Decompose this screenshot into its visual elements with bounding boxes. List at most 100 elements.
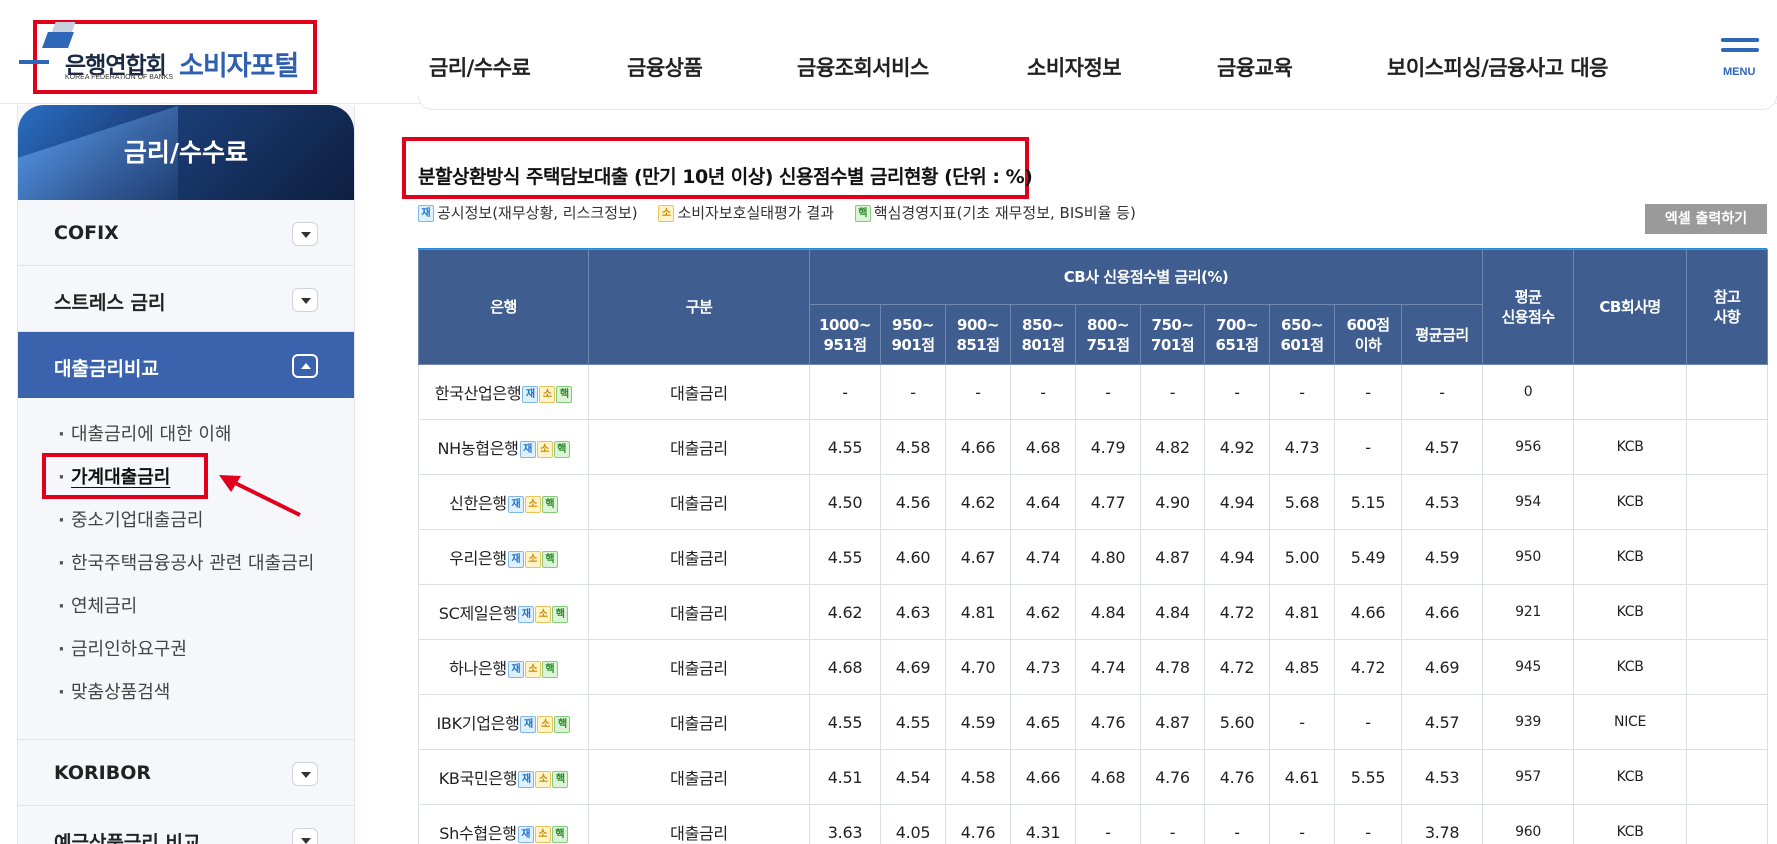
disclosure-badge[interactable]: 재 <box>517 826 534 843</box>
key-indicator-badge[interactable]: 핵 <box>552 771 569 788</box>
chevron-down-icon[interactable] <box>292 222 318 246</box>
nav-financial-education[interactable]: 금융교육 <box>1217 52 1293 82</box>
sidebar-item-loan-rate-compare[interactable]: 대출금리비교 <box>18 332 354 398</box>
bank-name[interactable]: IBK기업은행 <box>437 714 520 733</box>
bank-cell: KB국민은행 재 소 핵 <box>418 749 589 805</box>
nav-inquiry-services[interactable]: 금융조회서비스 <box>797 52 929 82</box>
disclosure-badge[interactable]: 재 <box>520 716 537 733</box>
red-arrow-icon <box>219 475 301 517</box>
disclosure-badge[interactable]: 재 <box>518 771 535 788</box>
rate-cell: 4.76 <box>1140 749 1205 805</box>
consumer-protection-badge[interactable]: 소 <box>539 386 556 403</box>
sidebar-item-cofix[interactable]: COFIX <box>18 200 354 266</box>
rate-cell: - <box>880 364 946 420</box>
consumer-protection-badge[interactable]: 소 <box>524 496 541 513</box>
avg-score-cell: 956 <box>1482 419 1575 475</box>
col-header-cb-group: CB사 신용점수별 금리(%) <box>808 249 1484 305</box>
disclosure-badge[interactable]: 재 <box>518 606 535 623</box>
rate-cell: 4.53 <box>1400 749 1484 805</box>
rate-cell: - <box>1075 804 1141 844</box>
rate-cell: - <box>809 364 881 420</box>
note-cell <box>1686 419 1769 475</box>
col-header-bank: 은행 <box>418 249 589 365</box>
avg-score-cell: 960 <box>1482 804 1575 844</box>
chevron-down-icon[interactable] <box>292 288 318 312</box>
rate-cell: 4.84 <box>1140 584 1205 640</box>
bank-name[interactable]: 한국산업은행 <box>435 384 522 403</box>
cb-company-cell: NICE <box>1573 694 1688 750</box>
nav-voice-phishing[interactable]: 보이스피싱/금융사고 대응 <box>1387 52 1609 82</box>
nav-consumer-info[interactable]: 소비자정보 <box>1027 52 1122 82</box>
submenu-item-rate-cut-request[interactable]: 금리인하요구권 <box>18 635 354 678</box>
bank-name[interactable]: NH농협은행 <box>437 439 518 458</box>
bank-name[interactable]: SC제일은행 <box>439 604 518 623</box>
table-row: SC제일은행 재 소 핵 대출금리 4.62 4.63 4.81 4.62 4.84 4.84 4.7… <box>418 584 1769 640</box>
table-row: IBK기업은행 재 소 핵 대출금리 4.55 4.55 4.59 4.65 4.76 4.87 5.… <box>418 694 1769 750</box>
table-row: 우리은행 재 소 핵 대출금리 4.55 4.60 4.67 4.74 4.80 4.87 4.94 5… <box>418 529 1769 585</box>
disclosure-badge[interactable]: 재 <box>507 551 524 568</box>
chevron-up-icon[interactable] <box>292 354 318 378</box>
submenu-item-hf-loan[interactable]: 한국주택금융공사 관련 대출금리 <box>18 549 354 592</box>
note-cell <box>1686 584 1769 640</box>
disclosure-badge[interactable]: 재 <box>507 661 524 678</box>
menu-button[interactable]: MENU <box>1721 38 1763 80</box>
key-indicator-badge[interactable]: 핵 <box>552 606 569 623</box>
disclosure-badge[interactable]: 재 <box>522 386 539 403</box>
rate-cell: - <box>1204 364 1270 420</box>
rate-cell: 4.57 <box>1400 419 1484 475</box>
consumer-protection-badge[interactable]: 소 <box>535 606 552 623</box>
bank-name[interactable]: 우리은행 <box>449 549 507 568</box>
note-cell <box>1686 364 1769 420</box>
key-indicator-badge[interactable]: 핵 <box>553 441 570 458</box>
submenu-item-overdue-rate[interactable]: 연체금리 <box>18 592 354 635</box>
sidebar-header: 금리/수수료 <box>18 105 354 200</box>
rate-cell: - <box>1140 364 1205 420</box>
sidebar-item-label: 대출금리비교 <box>54 358 159 380</box>
key-indicator-badge[interactable]: 핵 <box>541 661 558 678</box>
rate-cell: 4.81 <box>945 584 1011 640</box>
consumer-protection-badge[interactable]: 소 <box>524 661 541 678</box>
key-indicator-badge[interactable]: 핵 <box>551 826 568 843</box>
chevron-down-icon[interactable] <box>292 762 318 786</box>
disclosure-badge[interactable]: 재 <box>507 496 524 513</box>
consumer-protection-badge[interactable]: 소 <box>535 771 552 788</box>
submenu-item-custom-search[interactable]: 맞춤상품검색 <box>18 678 354 721</box>
nav-rates-fees[interactable]: 금리/수수료 <box>429 52 531 82</box>
logo-highlight-box[interactable]: 은행연합회 KOREA FEDERATION OF BANKS 소비자포털 <box>19 20 317 94</box>
key-indicator-badge[interactable]: 핵 <box>556 386 573 403</box>
col-header-score-range: 1000~ 951점 <box>809 304 881 365</box>
rate-cell: 4.66 <box>1400 584 1484 640</box>
sidebar-item-koribor[interactable]: KORIBOR <box>18 740 354 806</box>
rate-cell: 4.76 <box>945 804 1011 844</box>
key-indicator-badge[interactable]: 핵 <box>541 551 558 568</box>
rate-cell: - <box>1334 419 1402 475</box>
key-indicator-badge[interactable]: 핵 <box>541 496 558 513</box>
bank-name[interactable]: Sh수협은행 <box>439 824 517 843</box>
excel-export-button[interactable]: 엑셀 출력하기 <box>1645 204 1767 234</box>
disclosure-badge[interactable]: 재 <box>519 441 536 458</box>
col-header-score-range: 600점 이하 <box>1334 304 1402 365</box>
chevron-down-icon[interactable] <box>292 828 318 844</box>
rate-cell: 4.80 <box>1075 529 1141 585</box>
rate-cell: - <box>1334 364 1402 420</box>
note-cell <box>1686 804 1769 844</box>
rate-cell: 5.55 <box>1334 749 1402 805</box>
consumer-protection-badge[interactable]: 소 <box>534 826 551 843</box>
bank-name[interactable]: 신한은행 <box>449 494 507 513</box>
rate-cell: 4.66 <box>1334 584 1402 640</box>
rate-cell: 4.31 <box>1010 804 1076 844</box>
nav-financial-products[interactable]: 금융상품 <box>627 52 703 82</box>
rate-cell: 4.05 <box>880 804 946 844</box>
consumer-protection-badge[interactable]: 소 <box>537 716 554 733</box>
consumer-protection-badge[interactable]: 소 <box>524 551 541 568</box>
bank-name[interactable]: KB국민은행 <box>439 769 518 788</box>
consumer-protection-badge[interactable]: 소 <box>536 441 553 458</box>
key-indicator-badge[interactable]: 핵 <box>554 716 571 733</box>
sidebar-item-stress-rate[interactable]: 스트레스 금리 <box>18 266 354 332</box>
note-cell <box>1686 749 1769 805</box>
rate-cell: 4.72 <box>1204 584 1270 640</box>
bank-name[interactable]: 하나은행 <box>449 659 507 678</box>
rate-cell: - <box>945 364 1011 420</box>
col-header-note: 참고 사항 <box>1686 249 1769 365</box>
sidebar-item-deposit-compare[interactable]: 예금상품금리 비교 <box>18 806 354 844</box>
